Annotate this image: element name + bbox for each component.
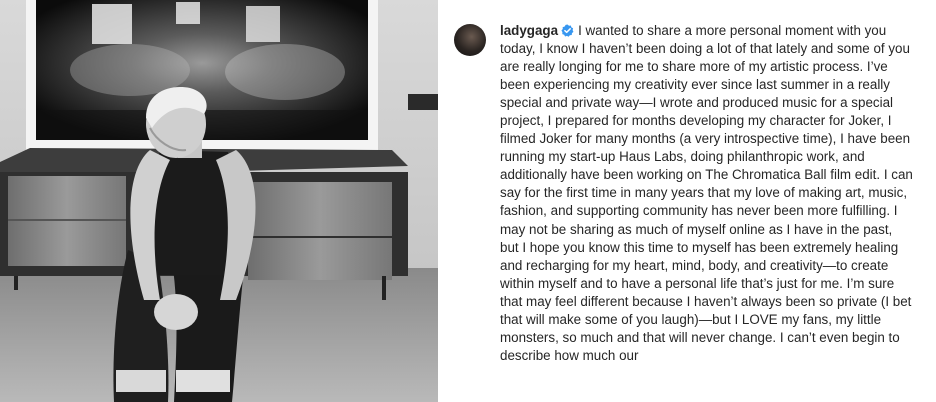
photo-black-and-white-woman-sitting — [0, 0, 438, 402]
caption-panel: ladygaga I wanted to share a more person… — [438, 0, 936, 402]
profile-avatar[interactable] — [454, 24, 486, 56]
post-photo[interactable] — [0, 0, 438, 402]
verified-badge-icon — [561, 24, 574, 37]
username-link[interactable]: ladygaga — [500, 23, 558, 38]
instagram-post: ladygaga I wanted to share a more person… — [0, 0, 936, 402]
post-caption: ladygaga I wanted to share a more person… — [500, 22, 914, 365]
caption-text: I wanted to share a more personal moment… — [500, 23, 913, 363]
caption-row: ladygaga I wanted to share a more person… — [454, 22, 914, 365]
